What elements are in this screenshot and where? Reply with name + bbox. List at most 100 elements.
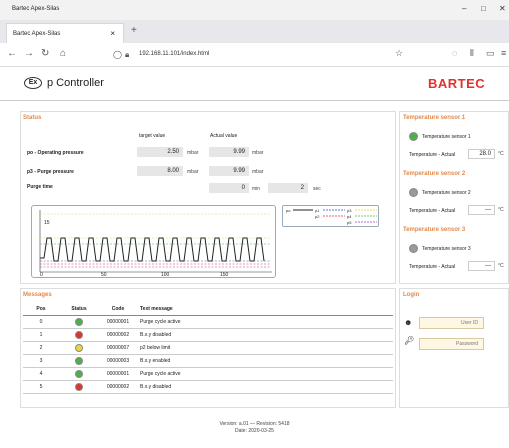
msg-code: 00000001 <box>99 315 137 329</box>
col-code: Code <box>99 304 137 316</box>
close-window-icon[interactable]: ✕ <box>499 4 506 13</box>
col-text-message: Text message <box>137 304 393 316</box>
chart-x-tick-150: 150 <box>220 272 229 278</box>
status-led <box>75 317 83 326</box>
pressure-chart: 15 0 50 100 150 <box>31 205 276 278</box>
window-title: Bartec Apex-Silas <box>12 6 60 12</box>
back-icon[interactable]: ← <box>7 48 17 59</box>
shield-icon[interactable]: ◯ <box>113 50 122 59</box>
temp-sensor-3-heading: Temperature sensor 3 <box>403 227 466 233</box>
operating-pressure-target-unit: mbar <box>187 150 199 156</box>
temp-sensor-3-led <box>409 244 418 253</box>
purge-time-minutes: 0 <box>209 183 249 193</box>
purge-time-seconds-unit: sec <box>313 186 321 192</box>
temp-sensor-1-name: Temperature sensor 1 <box>422 134 471 140</box>
navigation-bar: ← → ↻ ⌂ ◯ 🔒︎ 192.168.11.101/index.html ☆… <box>0 43 509 67</box>
purge-pressure-actual: 9.99 <box>209 166 249 176</box>
status-led <box>75 330 83 339</box>
target-value-header: target value <box>139 133 166 139</box>
table-row[interactable]: 1 00000002 B.x.y disabled <box>23 328 393 342</box>
purge-pressure-actual-unit: mbar <box>252 169 264 175</box>
msg-code: 00000003 <box>99 354 137 368</box>
table-row[interactable]: 0 00000001 Purge cycle active <box>23 315 393 329</box>
msg-text: Purge cycle active <box>137 315 393 329</box>
pocket-icon[interactable]: ◌ <box>452 48 457 58</box>
tab-bar: Bartec Apex-Silas × <box>0 20 509 43</box>
purge-time-label: Purge time <box>27 184 53 190</box>
msg-text: Purge cycle active <box>137 367 393 381</box>
temp-sensor-3-name: Temperature sensor 3 <box>422 246 471 252</box>
chart-x-tick-0: 0 <box>40 272 43 278</box>
app-header: Ex p Controller BARTEC <box>0 68 509 101</box>
table-row[interactable]: 4 00000001 Purge cycle active <box>23 367 393 381</box>
new-tab-icon[interactable]: + <box>131 25 137 36</box>
status-led <box>75 343 83 352</box>
temp-sensor-2-actual-label: Temperature - Actual <box>409 208 456 214</box>
table-row[interactable]: 2 00000007 p2 below limit <box>23 341 393 355</box>
purge-pressure-target-unit: mbar <box>187 169 199 175</box>
maximize-icon[interactable]: □ <box>481 4 486 13</box>
sidebar-icon[interactable]: ▭ <box>486 48 495 59</box>
operating-pressure-actual: 9.99 <box>209 147 249 157</box>
legend-swatches <box>293 209 377 223</box>
operating-pressure-label: po - Operating pressure <box>27 150 84 156</box>
home-icon[interactable]: ⌂ <box>60 48 66 59</box>
chart-y-tick-label: 15 <box>44 220 50 226</box>
menu-icon[interactable]: ≡ <box>501 48 506 58</box>
chart-pressure-series <box>40 237 265 262</box>
pressure-chart-svg <box>39 210 272 273</box>
msg-code: 00000002 <box>99 328 137 342</box>
close-tab-icon[interactable]: × <box>110 29 115 38</box>
version-text: Version: a.01 — Revision: 5418 <box>219 421 290 427</box>
library-icon[interactable]: ⫴ <box>470 48 474 59</box>
purge-time-minutes-unit: min <box>252 186 261 192</box>
window-titlebar: Bartec Apex-Silas – □ ✕ <box>0 0 509 20</box>
operating-pressure-target: 2.50 <box>137 147 183 157</box>
msg-code: 00000002 <box>99 380 137 394</box>
msg-text: B.x.y disabled <box>137 380 393 394</box>
status-led <box>75 382 83 391</box>
chart-x-tick-100: 100 <box>161 272 170 278</box>
url-field[interactable]: 192.168.11.101/index.html <box>139 51 209 57</box>
user-icon: ☻ <box>404 318 413 327</box>
temp-sensor-1-heading: Temperature sensor 1 <box>403 115 466 121</box>
msg-pos: 1 <box>23 328 59 342</box>
col-pos: Pos <box>23 304 59 316</box>
password-input[interactable]: Password <box>419 338 484 350</box>
user-id-input[interactable]: User ID <box>419 317 484 329</box>
msg-code: 00000007 <box>99 341 137 355</box>
temp-sensor-2-name: Temperature sensor 2 <box>422 190 471 196</box>
status-heading: Status <box>23 115 42 121</box>
temp-sensor-3-actual-label: Temperature - Actual <box>409 264 456 270</box>
date-text: Date: 2020-03-25 <box>235 428 274 434</box>
browser-tab[interactable]: Bartec Apex-Silas × <box>6 23 124 43</box>
tab-title: Bartec Apex-Silas <box>13 31 61 37</box>
bookmark-star-icon[interactable]: ☆ <box>395 48 403 59</box>
msg-text: p2 below limit <box>137 341 393 355</box>
temp-sensor-3-unit: °C <box>498 263 504 269</box>
purge-pressure-label: p3 - Purge pressure <box>27 169 74 175</box>
chart-legend: po p1 p2 p3 p4 p5 <box>282 205 379 227</box>
temp-sensor-2-heading: Temperature sensor 2 <box>403 171 466 177</box>
table-row[interactable]: 3 00000003 B.x.y enabled <box>23 354 393 368</box>
table-row[interactable]: 5 00000002 B.x.y disabled <box>23 380 393 394</box>
lock-icon[interactable]: 🔒︎ <box>125 50 129 60</box>
temp-sensor-2-led <box>409 188 418 197</box>
ex-logo-icon: Ex <box>24 77 42 89</box>
msg-pos: 0 <box>23 315 59 329</box>
temp-sensor-1-unit: °C <box>498 151 504 157</box>
temp-sensor-2-unit: °C <box>498 207 504 213</box>
key-icon: 🔑︎ <box>404 336 415 345</box>
temp-sensor-1-actual-label: Temperature - Actual <box>409 152 456 158</box>
msg-pos: 4 <box>23 367 59 381</box>
forward-icon[interactable]: → <box>24 48 34 59</box>
msg-pos: 5 <box>23 380 59 394</box>
operating-pressure-actual-unit: mbar <box>252 150 264 156</box>
messages-header-row: Pos Status Code Text message <box>23 304 393 316</box>
msg-pos: 2 <box>23 341 59 355</box>
temp-sensor-1-value: 28.0 <box>468 149 495 159</box>
msg-text: B.x.y enabled <box>137 354 393 368</box>
minimize-icon[interactable]: – <box>462 4 466 13</box>
page-title: p Controller <box>47 77 104 89</box>
reload-icon[interactable]: ↻ <box>41 48 49 59</box>
